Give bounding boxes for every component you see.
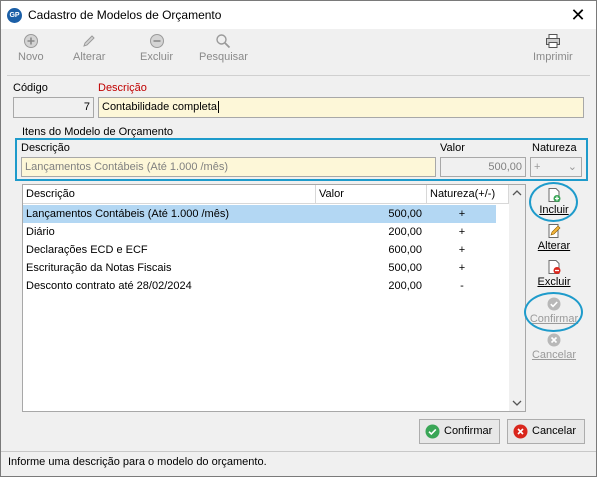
- vertical-scrollbar[interactable]: [509, 185, 525, 411]
- column-header-natureza[interactable]: Natureza(+/-): [427, 185, 509, 204]
- descricao-value: Contabilidade completa: [102, 101, 217, 113]
- cell-valor: 500,00: [388, 208, 422, 220]
- toolbar: Novo Alterar Excluir Pesquisar Imprimir: [1, 29, 596, 73]
- item-natureza-label: Natureza: [532, 142, 577, 154]
- items-grid: Descrição Valor Natureza(+/-) Lançamento…: [22, 184, 526, 412]
- cell-valor: 200,00: [388, 280, 422, 292]
- alterar-label: Alterar: [73, 51, 106, 63]
- excluir-button[interactable]: Excluir: [140, 33, 173, 63]
- novo-label: Novo: [18, 51, 44, 63]
- delete-document-icon: [548, 260, 561, 274]
- alterar-button[interactable]: Alterar: [73, 33, 105, 63]
- cell-valor: 500,00: [388, 262, 422, 274]
- edit-document-icon: [548, 224, 561, 238]
- codigo-label: Código: [13, 82, 48, 94]
- incluir-highlight-circle: [529, 182, 578, 222]
- novo-button[interactable]: Novo: [18, 33, 44, 63]
- item-natureza-select[interactable]: + ⌄: [530, 157, 582, 177]
- item-valor-label: Valor: [440, 142, 465, 154]
- item-valor-input[interactable]: 500,00: [440, 157, 526, 177]
- scroll-up-icon[interactable]: [512, 189, 522, 197]
- cell-natureza: +: [458, 262, 466, 274]
- codigo-field[interactable]: 7: [13, 97, 94, 118]
- cell-descricao: Lançamentos Contábeis (Até 1.000 /mês): [26, 208, 230, 220]
- plus-circle-icon: [23, 34, 38, 48]
- scroll-down-icon[interactable]: [512, 399, 522, 407]
- excluir-label: Excluir: [140, 51, 174, 63]
- side-alterar-button[interactable]: Alterar: [533, 223, 575, 252]
- confirmar-label: Confirmar: [444, 425, 493, 437]
- item-natureza-value: +: [534, 161, 541, 173]
- close-circle-icon: [513, 424, 528, 439]
- item-descricao-input[interactable]: Lançamentos Contábeis (Até 1.000 /mês): [21, 157, 436, 177]
- title-bar: GP Cadastro de Modelos de Orçamento ✕: [1, 1, 596, 29]
- imprimir-label: Imprimir: [533, 51, 573, 63]
- item-descricao-label: Descrição: [21, 142, 70, 154]
- column-header-descricao[interactable]: Descrição: [23, 185, 316, 204]
- cell-descricao: Declarações ECD e ECF: [26, 244, 148, 256]
- cancelar-label: Cancelar: [532, 425, 577, 437]
- cell-valor: 600,00: [388, 244, 422, 256]
- side-excluir-button[interactable]: Excluir: [533, 259, 575, 288]
- minus-circle-icon: [149, 34, 164, 48]
- table-row[interactable]: Desconto contrato até 28/02/2024 200,00 -: [23, 277, 496, 295]
- cell-descricao: Escrituração da Notas Fiscais: [26, 262, 172, 274]
- window-title: Cadastro de Modelos de Orçamento: [28, 8, 222, 22]
- check-icon: [425, 424, 440, 439]
- close-icon[interactable]: ✕: [567, 4, 589, 26]
- app-logo-icon: GP: [7, 8, 22, 23]
- cancelar-button[interactable]: Cancelar: [507, 419, 585, 444]
- imprimir-button[interactable]: Imprimir: [533, 33, 573, 63]
- pesquisar-label: Pesquisar: [199, 51, 248, 63]
- pesquisar-button[interactable]: Pesquisar: [199, 33, 248, 63]
- table-row[interactable]: Declarações ECD e ECF 600,00 +: [23, 241, 496, 259]
- chevron-down-icon: ⌄: [567, 161, 577, 173]
- pencil-icon: [83, 35, 95, 47]
- cell-natureza: +: [458, 226, 466, 238]
- cell-descricao: Desconto contrato até 28/02/2024: [26, 280, 192, 292]
- cancel-circle-icon: [547, 333, 561, 347]
- cell-descricao: Diário: [26, 226, 55, 238]
- side-excluir-label: Excluir: [537, 276, 571, 288]
- side-alterar-label: Alterar: [537, 240, 571, 252]
- cell-valor: 200,00: [388, 226, 422, 238]
- text-cursor: [217, 101, 219, 113]
- confirmar-button[interactable]: Confirmar: [419, 419, 500, 444]
- side-cancelar-label: Cancelar: [531, 349, 577, 361]
- side-cancelar-button[interactable]: Cancelar: [531, 332, 577, 361]
- table-row[interactable]: Escrituração da Notas Fiscais 500,00 +: [23, 259, 496, 277]
- cell-natureza: +: [458, 244, 466, 256]
- search-icon: [216, 34, 231, 49]
- column-header-valor[interactable]: Valor: [316, 185, 427, 204]
- main-window: GP Cadastro de Modelos de Orçamento ✕ No…: [0, 0, 597, 477]
- table-row[interactable]: Diário 200,00 +: [23, 223, 496, 241]
- descricao-label: Descrição: [98, 82, 147, 94]
- status-bar: Informe uma descrição para o modelo do o…: [1, 451, 596, 475]
- toolbar-divider: [7, 75, 590, 76]
- confirmar-highlight-circle: [524, 292, 583, 332]
- table-row[interactable]: Lançamentos Contábeis (Até 1.000 /mês) 50…: [23, 205, 496, 223]
- itens-group-label: Itens do Modelo de Orçamento: [22, 126, 174, 138]
- printer-icon: [545, 34, 560, 48]
- cell-natureza: +: [458, 208, 466, 220]
- cell-natureza: -: [460, 280, 464, 292]
- descricao-input[interactable]: Contabilidade completa: [98, 97, 584, 118]
